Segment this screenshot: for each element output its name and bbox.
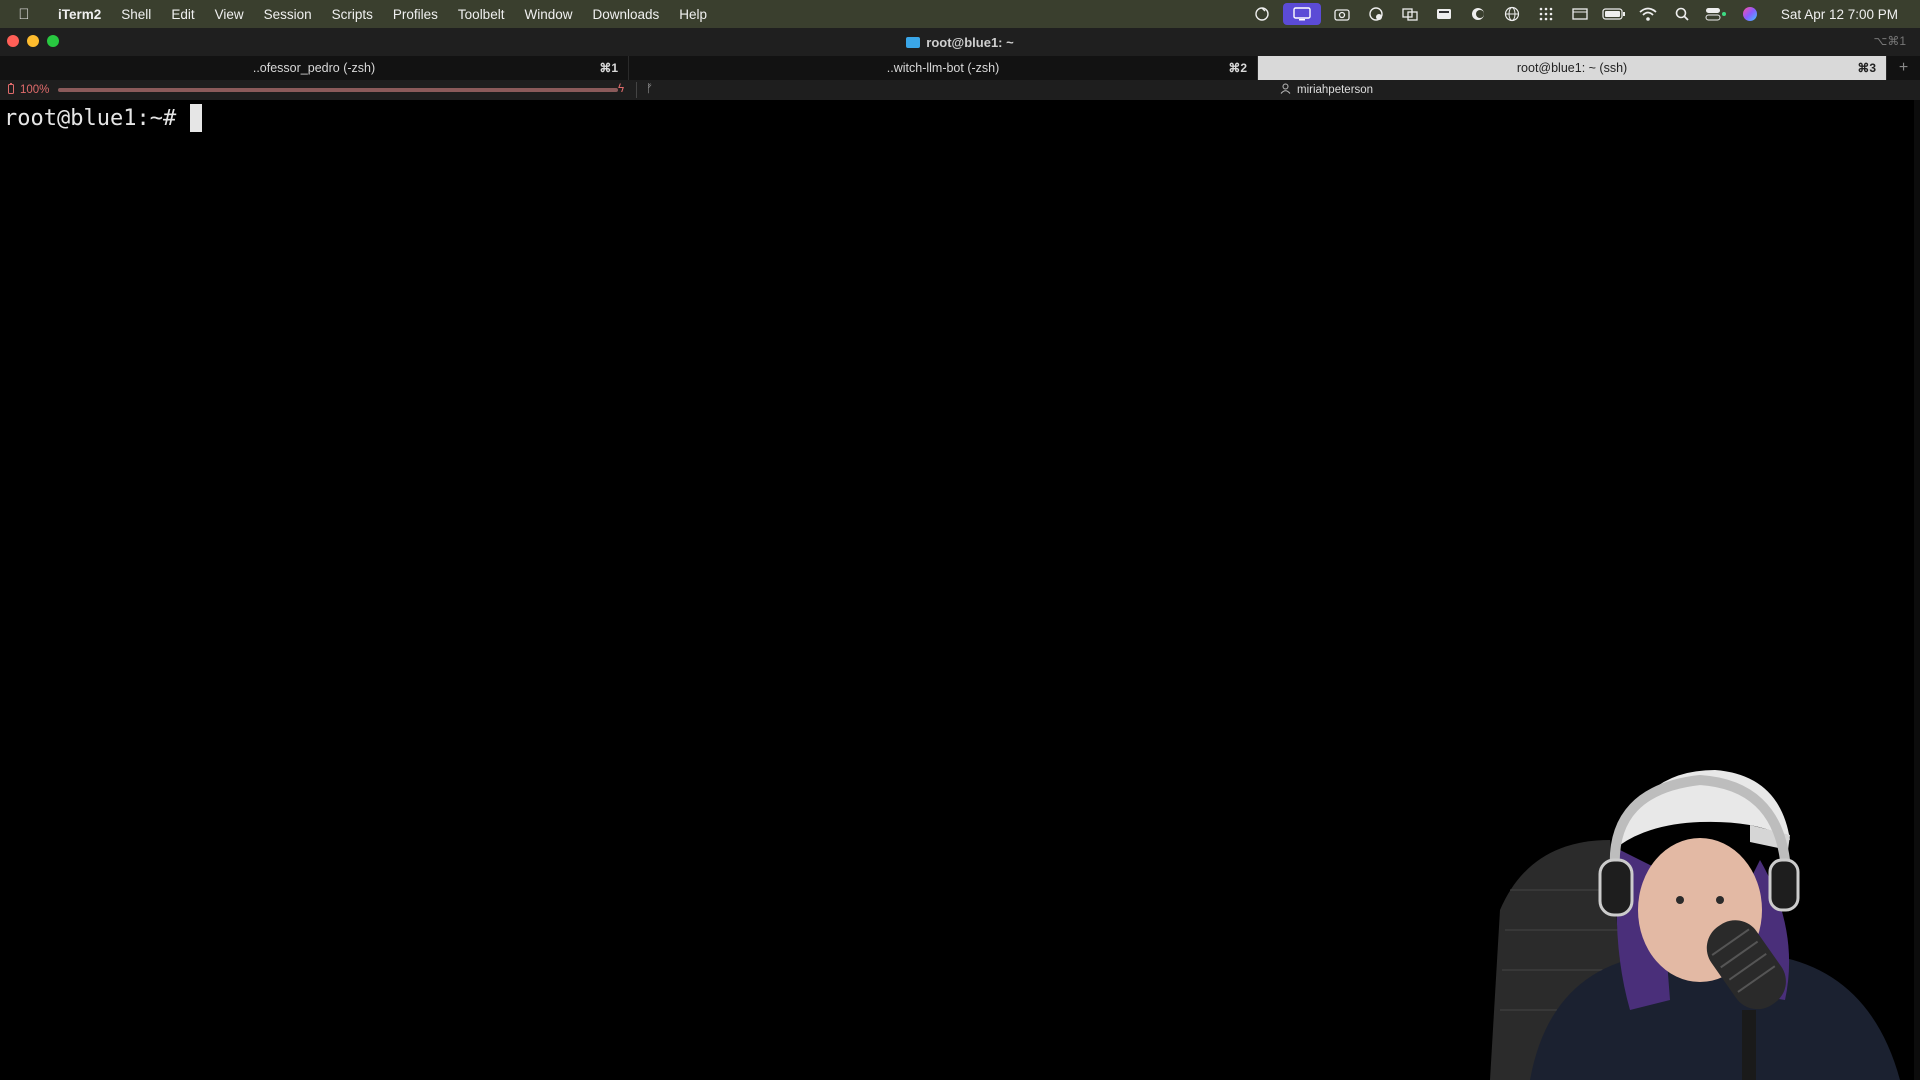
tab-twitch-llm-bot[interactable]: ..witch-llm-bot (-zsh) ⌘2	[629, 56, 1259, 80]
tab-shortcut: ⌘3	[1857, 61, 1877, 75]
menu-window[interactable]: Window	[514, 7, 582, 22]
menu-view[interactable]: View	[205, 7, 254, 22]
battery-percent: 100%	[20, 84, 50, 96]
keyboard-icon[interactable]	[1427, 0, 1461, 28]
menu-downloads[interactable]: Downloads	[582, 7, 669, 22]
webcam-overlay	[1470, 750, 1910, 1080]
battery-status: 100%	[8, 83, 49, 97]
menu-shell[interactable]: Shell	[111, 7, 161, 22]
dark-mode-icon[interactable]	[1461, 0, 1495, 28]
apple-icon[interactable]: 	[0, 6, 48, 23]
camera-icon[interactable]	[1325, 0, 1359, 28]
session-status-bar: 100% ϟ ᚠ miriahpeterson	[0, 80, 1920, 100]
menu-profiles[interactable]: Profiles	[383, 7, 448, 22]
tab-root-blue1[interactable]: root@blue1: ~ (ssh) ⌘3	[1258, 56, 1888, 80]
window-title: root@blue1: ~	[906, 34, 1014, 50]
grid-icon[interactable]	[1529, 0, 1563, 28]
mirror-icon[interactable]	[1393, 0, 1427, 28]
minimize-window-button[interactable]	[27, 35, 39, 47]
charging-bolt-icon: ϟ	[618, 83, 625, 95]
window-icon[interactable]	[1563, 0, 1597, 28]
menu-edit[interactable]: Edit	[161, 7, 204, 22]
battery-small-icon	[8, 83, 14, 97]
menu-clock[interactable]: Sat Apr 12 7:00 PM	[1767, 7, 1920, 22]
git-branch-icon: ᚠ	[646, 83, 653, 95]
status-username: miriahpeterson	[1297, 84, 1374, 96]
screen-share-icon[interactable]	[1282, 3, 1321, 25]
control-center-icon[interactable]	[1699, 0, 1733, 28]
window-shortcut: ⌥⌘1	[1873, 34, 1906, 48]
close-window-button[interactable]	[7, 35, 19, 47]
search-icon[interactable]	[1665, 0, 1699, 28]
prompt-line: root@blue1:~#	[4, 104, 203, 132]
status-menu-area: Sat Apr 12 7:00 PM	[1245, 0, 1920, 28]
battery-icon[interactable]	[1597, 0, 1631, 28]
menu-bar:  iTerm2 Shell Edit View Session Scripts…	[0, 0, 1920, 28]
tab-bar: ..ofessor_pedro (-zsh) ⌘1 ..witch-llm-bo…	[0, 56, 1920, 80]
shell-prompt: root@blue1:~#	[4, 105, 177, 131]
battery-level-bar	[58, 88, 618, 92]
menu-help[interactable]: Help	[669, 7, 717, 22]
sync-icon[interactable]	[1245, 0, 1279, 28]
traffic-lights	[7, 35, 59, 47]
wifi-icon[interactable]	[1631, 0, 1665, 28]
globe-icon[interactable]	[1495, 0, 1529, 28]
menu-toolbelt[interactable]: Toolbelt	[448, 7, 515, 22]
status-separator	[636, 82, 637, 98]
tab-shortcut: ⌘2	[1228, 61, 1248, 75]
window-title-text: root@blue1: ~	[926, 34, 1014, 50]
status-user: miriahpeterson	[1280, 83, 1373, 97]
siri-icon[interactable]	[1733, 0, 1767, 28]
battery-level-fill	[58, 88, 618, 92]
terminal-cursor	[190, 104, 203, 132]
window-title-bar: root@blue1: ~ ⌥⌘1	[0, 28, 1920, 56]
menu-scripts[interactable]: Scripts	[322, 7, 383, 22]
tab-professor-pedro[interactable]: ..ofessor_pedro (-zsh) ⌘1	[0, 56, 630, 80]
menu-app-name[interactable]: iTerm2	[48, 7, 111, 22]
vpn-icon[interactable]	[1359, 0, 1393, 28]
streamer-silhouette	[1490, 770, 1900, 1080]
user-icon	[1280, 83, 1291, 97]
maximize-window-button[interactable]	[47, 35, 59, 47]
new-tab-button[interactable]: +	[1887, 56, 1920, 80]
tab-label: ..witch-llm-bot (-zsh)	[886, 61, 1000, 75]
terminal-scrollbar[interactable]	[1914, 100, 1920, 1080]
tab-label: ..ofessor_pedro (-zsh)	[252, 61, 376, 75]
folder-icon	[906, 36, 921, 48]
tab-label: root@blue1: ~ (ssh)	[1516, 61, 1628, 75]
tab-shortcut: ⌘1	[599, 61, 619, 75]
menu-session[interactable]: Session	[254, 7, 322, 22]
